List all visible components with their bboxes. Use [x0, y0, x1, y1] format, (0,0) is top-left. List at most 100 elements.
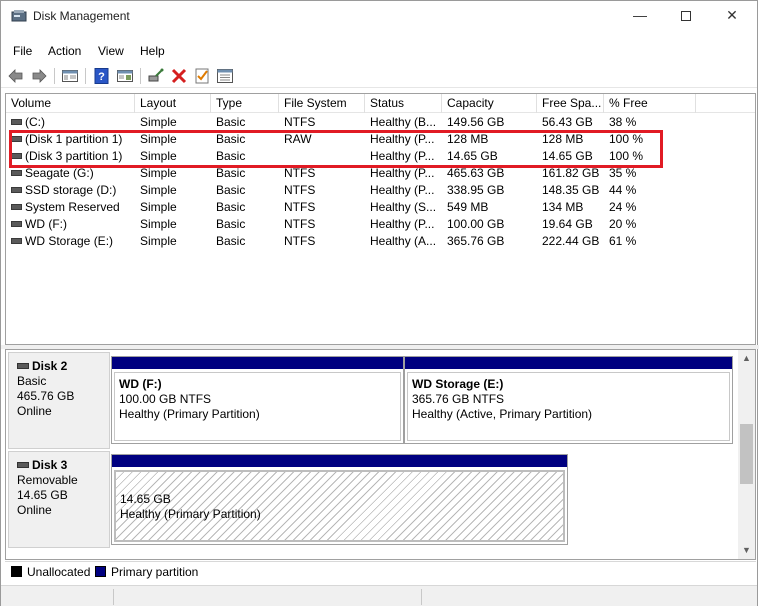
cell-free-space: 19.64 GB: [542, 216, 607, 233]
cell-capacity: 549 MB: [447, 199, 540, 216]
status-bar-divider: [421, 589, 422, 605]
table-row[interactable]: System Reserved Simple Basic NTFS Healthy (S…: [6, 199, 755, 216]
menu-help[interactable]: Help: [140, 44, 165, 58]
svg-text:?: ?: [98, 71, 105, 83]
column-header-capacity[interactable]: Capacity: [442, 94, 537, 113]
highlight-annotation-box: [9, 130, 663, 168]
cell-layout-text: Simple: [140, 200, 177, 214]
table-row[interactable]: WD (F:) Simple Basic NTFS Healthy (P... 100.0…: [6, 216, 755, 233]
cell-capacity: 149.56 GB: [447, 114, 540, 131]
cell-file-system-text: NTFS: [284, 217, 316, 231]
column-header-percent-free[interactable]: % Free: [604, 94, 696, 113]
cell-percent-free-text: 20 %: [609, 217, 637, 231]
cell-status-text: Healthy (P...: [370, 183, 435, 197]
toolbar-separator: [85, 68, 86, 84]
menu-action[interactable]: Action: [48, 44, 81, 58]
primary-partition-bar: [112, 357, 403, 369]
cell-capacity-text: 549 MB: [447, 200, 489, 214]
list-view-icon[interactable]: [216, 67, 234, 85]
disk-graphical-pane: Disk 2 Basic 465.76 GB Online WD (F:) 10…: [5, 349, 756, 560]
disk-name: Disk 3: [32, 458, 68, 472]
vertical-scrollbar[interactable]: ▲ ▼: [738, 350, 755, 559]
cell-capacity-text: 100.00 GB: [447, 217, 505, 231]
menu-view[interactable]: View: [98, 44, 124, 58]
cell-free-space: 148.35 GB: [542, 182, 607, 199]
menu-file[interactable]: File: [13, 44, 32, 58]
cell-percent-free-text: 44 %: [609, 183, 637, 197]
disk-icon: [17, 461, 29, 468]
back-arrow-icon[interactable]: [7, 67, 25, 85]
cell-volume: System Reserved: [11, 199, 138, 216]
cell-free-space: 56.43 GB: [542, 114, 607, 131]
cell-file-system-text: NTFS: [284, 115, 316, 129]
cell-status-text: Healthy (A...: [370, 234, 437, 248]
console-tree-icon[interactable]: [61, 67, 79, 85]
cell-free-space-text: 161.82 GB: [542, 166, 600, 180]
status-bar-divider: [113, 589, 114, 605]
cell-type-text: Basic: [216, 234, 246, 248]
cell-status: Healthy (B...: [370, 114, 445, 131]
cell-volume-text: WD (F:): [25, 217, 67, 231]
legend: Unallocated Primary partition: [5, 561, 756, 581]
scroll-thumb[interactable]: [740, 424, 753, 484]
volume-icon: [11, 118, 22, 125]
disk-2-label[interactable]: Disk 2 Basic 465.76 GB Online: [8, 352, 110, 449]
properties-icon[interactable]: [116, 67, 134, 85]
cell-file-system-text: NTFS: [284, 183, 316, 197]
forward-arrow-icon[interactable]: [30, 67, 48, 85]
partition-details: WD (F:) 100.00 GB NTFS Healthy (Primary …: [114, 372, 401, 441]
table-row[interactable]: (C:) Simple Basic NTFS Healthy (B... 149.56 G…: [6, 114, 755, 131]
cell-type: Basic: [216, 233, 282, 250]
cell-capacity: 100.00 GB: [447, 216, 540, 233]
cell-status-text: Healthy (B...: [370, 115, 437, 129]
maximize-button[interactable]: [663, 1, 709, 31]
column-header-file-system[interactable]: File System: [279, 94, 365, 113]
cell-percent-free-text: 35 %: [609, 166, 637, 180]
partition-wd-f[interactable]: WD (F:) 100.00 GB NTFS Healthy (Primary …: [111, 356, 404, 444]
cell-free-space: 134 MB: [542, 199, 607, 216]
partition-details: 14.65 GB Healthy (Primary Partition): [114, 470, 565, 542]
column-header-free-space[interactable]: Free Spa...: [537, 94, 604, 113]
disk-status: Online: [17, 503, 52, 517]
column-header-volume[interactable]: Volume: [6, 94, 135, 113]
cell-volume: WD Storage (E:): [11, 233, 138, 250]
cell-volume-text: System Reserved: [25, 200, 120, 214]
partition-disk-3[interactable]: 14.65 GB Healthy (Primary Partition): [111, 454, 568, 545]
partition-title: WD (F:): [119, 377, 162, 391]
cell-file-system-text: NTFS: [284, 200, 316, 214]
cell-file-system: NTFS: [284, 216, 368, 233]
connect-icon[interactable]: [147, 67, 165, 85]
cell-free-space-text: 56.43 GB: [542, 115, 593, 129]
scroll-up-icon[interactable]: ▲: [738, 350, 755, 367]
table-row[interactable]: SSD storage (D:) Simple Basic NTFS Healthy (…: [6, 182, 755, 199]
table-row[interactable]: WD Storage (E:) Simple Basic NTFS Healthy (A…: [6, 233, 755, 250]
status-bar: [1, 585, 757, 607]
cell-volume: (C:): [11, 114, 138, 131]
cell-type-text: Basic: [216, 200, 246, 214]
disk-status: Online: [17, 404, 52, 418]
column-header-layout[interactable]: Layout: [135, 94, 211, 113]
partition-status: Healthy (Active, Primary Partition): [412, 407, 593, 421]
minimize-button[interactable]: —: [617, 1, 663, 31]
help-icon[interactable]: ?: [93, 67, 111, 85]
cell-percent-free-text: 24 %: [609, 200, 637, 214]
cell-type-text: Basic: [216, 217, 246, 231]
column-header-type[interactable]: Type: [211, 94, 279, 113]
column-header-status[interactable]: Status: [365, 94, 442, 113]
delete-icon[interactable]: [170, 67, 188, 85]
scroll-down-icon[interactable]: ▼: [738, 542, 755, 559]
partition-wd-storage-e[interactable]: WD Storage (E:) 365.76 GB NTFS Healthy (…: [404, 356, 733, 444]
cell-percent-free-text: 61 %: [609, 234, 637, 248]
close-button[interactable]: ✕: [709, 1, 755, 31]
cell-type-text: Basic: [216, 166, 246, 180]
cell-status: Healthy (P...: [370, 182, 445, 199]
cell-layout-text: Simple: [140, 217, 177, 231]
cell-type-text: Basic: [216, 115, 246, 129]
checklist-icon[interactable]: [193, 67, 211, 85]
cell-percent-free: 38 %: [609, 114, 694, 131]
cell-volume: SSD storage (D:): [11, 182, 138, 199]
disk-size: 14.65 GB: [17, 488, 68, 502]
disk-3-label[interactable]: Disk 3 Removable 14.65 GB Online: [8, 451, 110, 548]
partition-size: 100.00 GB NTFS: [119, 392, 212, 406]
volume-icon: [11, 220, 22, 227]
